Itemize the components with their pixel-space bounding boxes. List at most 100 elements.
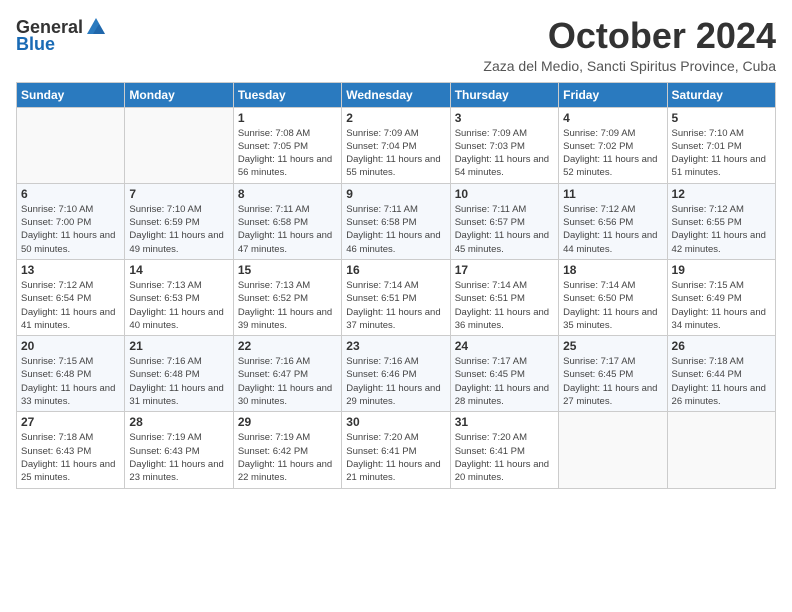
calendar-cell: 2 Sunrise: 7:09 AMSunset: 7:04 PMDaylight… — [342, 107, 450, 183]
calendar-cell: 12 Sunrise: 7:12 AMSunset: 6:55 PMDayligh… — [667, 183, 775, 259]
day-number: 13 — [21, 263, 120, 277]
calendar-table: SundayMondayTuesdayWednesdayThursdayFrid… — [16, 82, 776, 489]
calendar-cell: 1Sunrise: 7:08 AMSunset: 7:05 PMDaylight… — [233, 107, 341, 183]
day-number: 16 — [346, 263, 445, 277]
page-header: General Blue October 2024 Zaza del Medio… — [16, 16, 776, 74]
logo-icon — [85, 16, 107, 38]
calendar-cell: 21Sunrise: 7:16 AMSunset: 6:48 PMDayligh… — [125, 336, 233, 412]
calendar-cell: 22Sunrise: 7:16 AMSunset: 6:47 PMDayligh… — [233, 336, 341, 412]
day-number: 12 — [672, 187, 771, 201]
calendar-cell: 7Sunrise: 7:10 AMSunset: 6:59 PMDaylight… — [125, 183, 233, 259]
day-number: 11 — [563, 187, 662, 201]
day-info: Sunrise: 7:18 AMSunset: 6:43 PMDaylight:… — [21, 431, 120, 484]
calendar-cell: 3Sunrise: 7:09 AMSunset: 7:03 PMDaylight… — [450, 107, 558, 183]
calendar-cell: 23 Sunrise: 7:16 AMSunset: 6:46 PMDayligh… — [342, 336, 450, 412]
day-info: Sunrise: 7:13 AMSunset: 6:52 PMDaylight:… — [238, 279, 337, 332]
calendar-header-friday: Friday — [559, 82, 667, 107]
day-info: Sunrise: 7:11 AMSunset: 6:57 PMDaylight:… — [455, 203, 554, 256]
day-number: 7 — [129, 187, 228, 201]
calendar-cell: 29Sunrise: 7:19 AMSunset: 6:42 PMDayligh… — [233, 412, 341, 488]
day-info: Sunrise: 7:18 AMSunset: 6:44 PMDaylight:… — [672, 355, 771, 408]
calendar-cell: 6 Sunrise: 7:10 AMSunset: 7:00 PMDaylight… — [17, 183, 125, 259]
day-number: 4 — [563, 111, 662, 125]
location-subtitle: Zaza del Medio, Sancti Spiritus Province… — [483, 58, 776, 74]
calendar-cell: 19 Sunrise: 7:15 AMSunset: 6:49 PMDayligh… — [667, 259, 775, 335]
calendar-cell: 5 Sunrise: 7:10 AMSunset: 7:01 PMDaylight… — [667, 107, 775, 183]
day-info: Sunrise: 7:20 AMSunset: 6:41 PMDaylight:… — [455, 431, 554, 484]
day-number: 14 — [129, 263, 228, 277]
day-info: Sunrise: 7:10 AMSunset: 7:00 PMDaylight:… — [21, 203, 120, 256]
day-number: 23 — [346, 339, 445, 353]
day-number: 5 — [672, 111, 771, 125]
calendar-cell: 4 Sunrise: 7:09 AMSunset: 7:02 PMDaylight… — [559, 107, 667, 183]
day-number: 25 — [563, 339, 662, 353]
day-info: Sunrise: 7:16 AMSunset: 6:46 PMDaylight:… — [346, 355, 445, 408]
calendar-cell: 16Sunrise: 7:14 AMSunset: 6:51 PMDayligh… — [342, 259, 450, 335]
day-info: Sunrise: 7:14 AMSunset: 6:50 PMDaylight:… — [563, 279, 662, 332]
day-info: Sunrise: 7:19 AMSunset: 6:43 PMDaylight:… — [129, 431, 228, 484]
day-info: Sunrise: 7:12 AMSunset: 6:55 PMDaylight:… — [672, 203, 771, 256]
day-info: Sunrise: 7:09 AMSunset: 7:02 PMDaylight:… — [563, 127, 662, 180]
month-title: October 2024 — [483, 16, 776, 56]
day-number: 18 — [563, 263, 662, 277]
day-number: 9 — [346, 187, 445, 201]
day-info: Sunrise: 7:15 AMSunset: 6:49 PMDaylight:… — [672, 279, 771, 332]
calendar-cell: 17Sunrise: 7:14 AMSunset: 6:51 PMDayligh… — [450, 259, 558, 335]
calendar-cell: 13 Sunrise: 7:12 AMSunset: 6:54 PMDayligh… — [17, 259, 125, 335]
calendar-header-wednesday: Wednesday — [342, 82, 450, 107]
day-number: 31 — [455, 415, 554, 429]
day-info: Sunrise: 7:12 AMSunset: 6:54 PMDaylight:… — [21, 279, 120, 332]
calendar-week-row: 6 Sunrise: 7:10 AMSunset: 7:00 PMDaylight… — [17, 183, 776, 259]
day-number: 15 — [238, 263, 337, 277]
day-number: 24 — [455, 339, 554, 353]
calendar-cell: 20 Sunrise: 7:15 AMSunset: 6:48 PMDayligh… — [17, 336, 125, 412]
calendar-week-row: 20 Sunrise: 7:15 AMSunset: 6:48 PMDayligh… — [17, 336, 776, 412]
calendar-week-row: 27 Sunrise: 7:18 AMSunset: 6:43 PMDayligh… — [17, 412, 776, 488]
calendar-header-thursday: Thursday — [450, 82, 558, 107]
day-number: 22 — [238, 339, 337, 353]
calendar-cell: 14 Sunrise: 7:13 AMSunset: 6:53 PMDayligh… — [125, 259, 233, 335]
day-info: Sunrise: 7:10 AMSunset: 7:01 PMDaylight:… — [672, 127, 771, 180]
day-info: Sunrise: 7:12 AMSunset: 6:56 PMDaylight:… — [563, 203, 662, 256]
calendar-cell — [667, 412, 775, 488]
day-info: Sunrise: 7:16 AMSunset: 6:48 PMDaylight:… — [129, 355, 228, 408]
calendar-week-row: 13 Sunrise: 7:12 AMSunset: 6:54 PMDayligh… — [17, 259, 776, 335]
calendar-cell: 27 Sunrise: 7:18 AMSunset: 6:43 PMDayligh… — [17, 412, 125, 488]
day-number: 2 — [346, 111, 445, 125]
day-info: Sunrise: 7:15 AMSunset: 6:48 PMDaylight:… — [21, 355, 120, 408]
day-info: Sunrise: 7:11 AMSunset: 6:58 PMDaylight:… — [238, 203, 337, 256]
calendar-cell: 9Sunrise: 7:11 AMSunset: 6:58 PMDaylight… — [342, 183, 450, 259]
calendar-cell: 25 Sunrise: 7:17 AMSunset: 6:45 PMDayligh… — [559, 336, 667, 412]
day-number: 28 — [129, 415, 228, 429]
calendar-header-saturday: Saturday — [667, 82, 775, 107]
day-number: 8 — [238, 187, 337, 201]
day-number: 27 — [21, 415, 120, 429]
day-info: Sunrise: 7:09 AMSunset: 7:04 PMDaylight:… — [346, 127, 445, 180]
day-number: 29 — [238, 415, 337, 429]
calendar-cell: 10 Sunrise: 7:11 AMSunset: 6:57 PMDayligh… — [450, 183, 558, 259]
day-info: Sunrise: 7:17 AMSunset: 6:45 PMDaylight:… — [563, 355, 662, 408]
calendar-cell: 15 Sunrise: 7:13 AMSunset: 6:52 PMDayligh… — [233, 259, 341, 335]
day-info: Sunrise: 7:20 AMSunset: 6:41 PMDaylight:… — [346, 431, 445, 484]
logo-blue-text: Blue — [16, 34, 55, 55]
day-info: Sunrise: 7:08 AMSunset: 7:05 PMDaylight:… — [238, 127, 337, 180]
day-number: 19 — [672, 263, 771, 277]
day-number: 26 — [672, 339, 771, 353]
calendar-cell: 11 Sunrise: 7:12 AMSunset: 6:56 PMDayligh… — [559, 183, 667, 259]
day-info: Sunrise: 7:13 AMSunset: 6:53 PMDaylight:… — [129, 279, 228, 332]
calendar-cell: 28 Sunrise: 7:19 AMSunset: 6:43 PMDayligh… — [125, 412, 233, 488]
calendar-cell — [125, 107, 233, 183]
calendar-header-tuesday: Tuesday — [233, 82, 341, 107]
logo: General Blue — [16, 16, 107, 55]
day-number: 6 — [21, 187, 120, 201]
calendar-cell: 31 Sunrise: 7:20 AMSunset: 6:41 PMDayligh… — [450, 412, 558, 488]
calendar-header-row: SundayMondayTuesdayWednesdayThursdayFrid… — [17, 82, 776, 107]
day-number: 20 — [21, 339, 120, 353]
calendar-header-sunday: Sunday — [17, 82, 125, 107]
calendar-cell — [559, 412, 667, 488]
calendar-cell: 24 Sunrise: 7:17 AMSunset: 6:45 PMDayligh… — [450, 336, 558, 412]
day-number: 3 — [455, 111, 554, 125]
day-info: Sunrise: 7:17 AMSunset: 6:45 PMDaylight:… — [455, 355, 554, 408]
calendar-cell: 30Sunrise: 7:20 AMSunset: 6:41 PMDayligh… — [342, 412, 450, 488]
day-number: 10 — [455, 187, 554, 201]
